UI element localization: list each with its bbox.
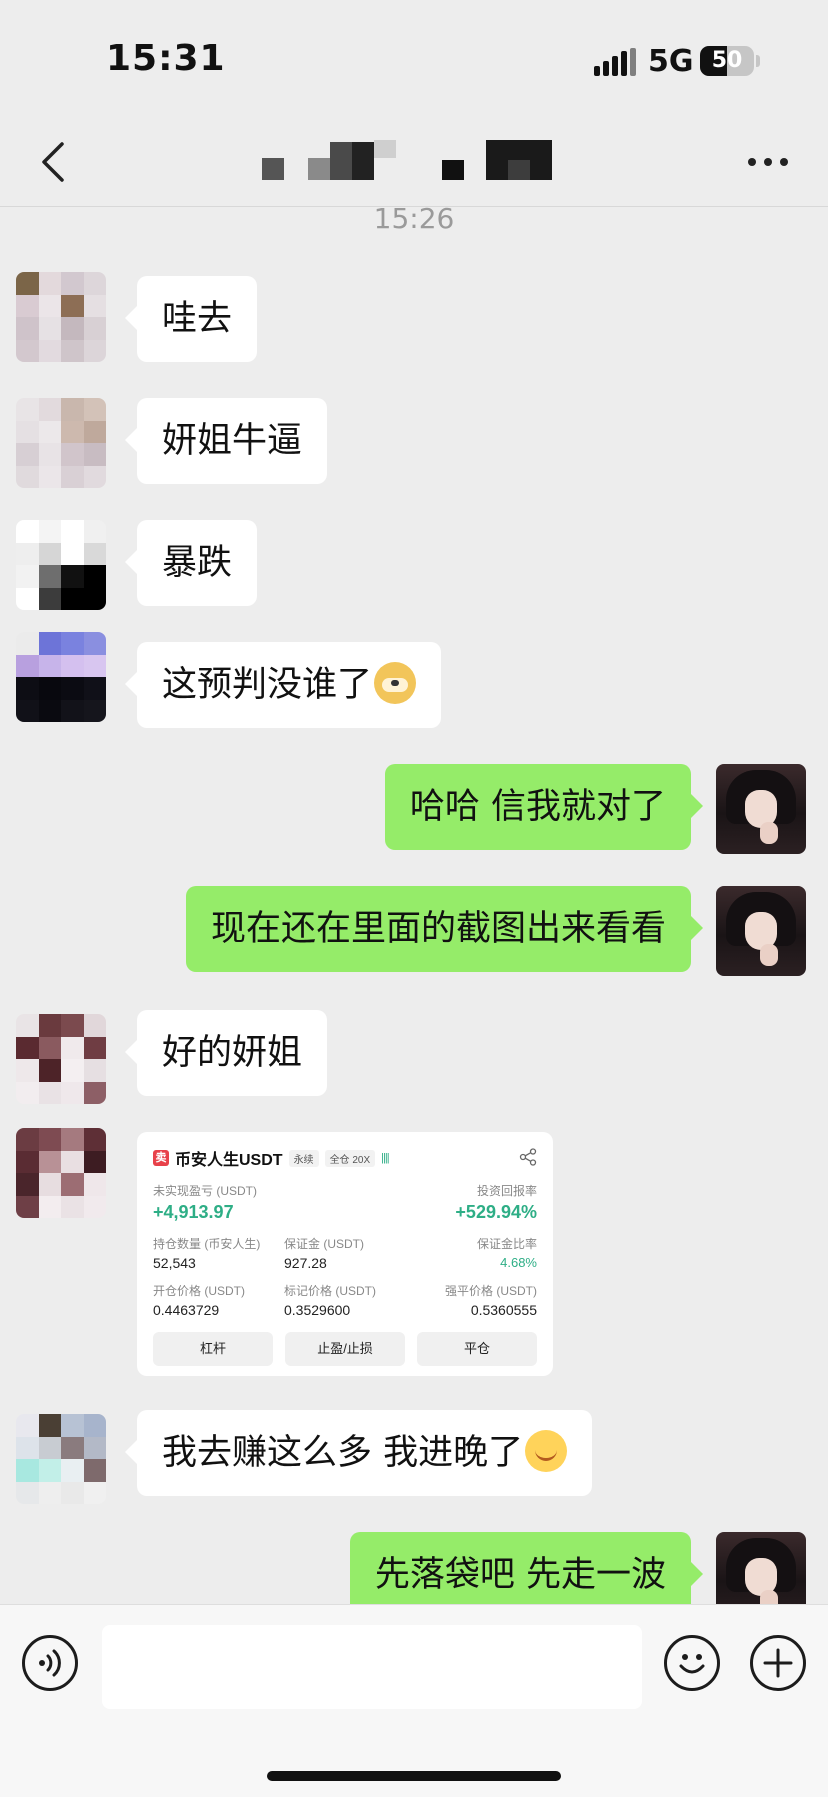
share-icon[interactable] (519, 1148, 537, 1166)
contact-name-obscured (260, 136, 560, 190)
leverage-bars-icon: |||| (381, 1152, 390, 1164)
message-timestamp: 15:26 (373, 202, 455, 235)
message-input[interactable] (102, 1625, 642, 1709)
input-bar (0, 1604, 828, 1797)
margin-label: 保证金 (USDT) (284, 1237, 364, 1251)
voice-icon (39, 1649, 61, 1677)
margin-ratio-value: 4.68% (500, 1255, 537, 1270)
smiley-icon (679, 1654, 705, 1674)
mark-price-value: 0.3529600 (284, 1302, 351, 1318)
message-text: 我去赚这么多 我进晚了 (162, 1433, 524, 1473)
message-bubble[interactable]: 哈哈 信我就对了 (384, 764, 704, 850)
trade-screenshot-card[interactable]: 卖 币安人生USDT 永续 全仓 20X |||| 未实现盈亏 (USDT) +… (137, 1132, 553, 1376)
message-bubble[interactable]: 现在还在里面的截图出来看看 (185, 886, 704, 972)
battery-tip (756, 55, 760, 67)
leverage-button[interactable]: 杠杆 (153, 1332, 273, 1366)
avatar[interactable] (16, 520, 106, 610)
more-functions-button[interactable] (750, 1635, 806, 1691)
sell-badge: 卖 (153, 1150, 169, 1166)
roi-label: 投资回报率 (476, 1184, 537, 1198)
roi-value: +529.94% (455, 1202, 537, 1222)
battery-level: 50 (711, 48, 743, 73)
entry-price-label: 开仓价格 (USDT) (153, 1284, 245, 1298)
smile-emoji-icon (525, 1430, 568, 1472)
doge-emoji-icon (374, 662, 417, 704)
liq-price-value: 0.5360555 (470, 1302, 537, 1318)
mark-price-label: 标记价格 (USDT) (284, 1284, 376, 1298)
margin-mode-tag: 全仓 20X (324, 1149, 376, 1167)
message-bubble[interactable]: 哇去 (124, 276, 258, 362)
position-size-value: 52,543 (153, 1255, 196, 1271)
message-bubble[interactable]: 这预判没谁了 (124, 642, 442, 728)
back-arrow-icon[interactable] (34, 140, 74, 184)
card-header: 卖 币安人生USDT 永续 全仓 20X |||| (153, 1147, 390, 1169)
message-bubble[interactable]: 妍姐牛逼 (124, 398, 328, 484)
position-size-label: 持仓数量 (币安人生) (153, 1237, 261, 1251)
avatar[interactable] (16, 398, 106, 488)
avatar[interactable] (16, 1014, 106, 1104)
avatar[interactable] (16, 272, 106, 362)
close-position-button[interactable]: 平仓 (417, 1332, 537, 1366)
margin-value: 927.28 (284, 1255, 327, 1271)
more-options-icon[interactable] (746, 150, 790, 174)
perpetual-tag: 永续 (288, 1149, 319, 1167)
my-avatar[interactable] (716, 764, 806, 854)
plus-icon (763, 1648, 793, 1678)
clock: 15:31 (106, 38, 226, 79)
voice-input-button[interactable] (22, 1635, 78, 1691)
battery-icon: 50 (700, 46, 754, 76)
message-bubble[interactable]: 好的妍姐 (124, 1010, 328, 1096)
unrealized-pnl-value: +4,913.97 (153, 1202, 234, 1222)
message-bubble[interactable]: 暴跌 (124, 520, 258, 606)
symbol: 币安人生USDT (175, 1152, 283, 1169)
tp-sl-button[interactable]: 止盈/止损 (285, 1332, 405, 1366)
signal-strength-icon (594, 48, 636, 76)
emoji-button[interactable] (664, 1635, 720, 1691)
liq-price-label: 强平价格 (USDT) (445, 1284, 537, 1298)
avatar[interactable] (16, 632, 106, 722)
entry-price-value: 0.4463729 (153, 1302, 220, 1318)
message-bubble[interactable]: 我去赚这么多 我进晚了 (124, 1410, 593, 1496)
message-text: 这预判没谁了 (162, 665, 373, 705)
home-indicator (267, 1771, 561, 1781)
my-avatar[interactable] (716, 886, 806, 976)
status-bar: 15:31 5G 50 (0, 0, 828, 120)
network-type: 5G (648, 44, 694, 79)
margin-ratio-label: 保证金比率 (476, 1237, 537, 1251)
avatar[interactable] (16, 1414, 106, 1504)
avatar[interactable] (16, 1128, 106, 1218)
unrealized-pnl-label: 未实现盈亏 (USDT) (153, 1184, 257, 1198)
chat-header (0, 120, 828, 207)
